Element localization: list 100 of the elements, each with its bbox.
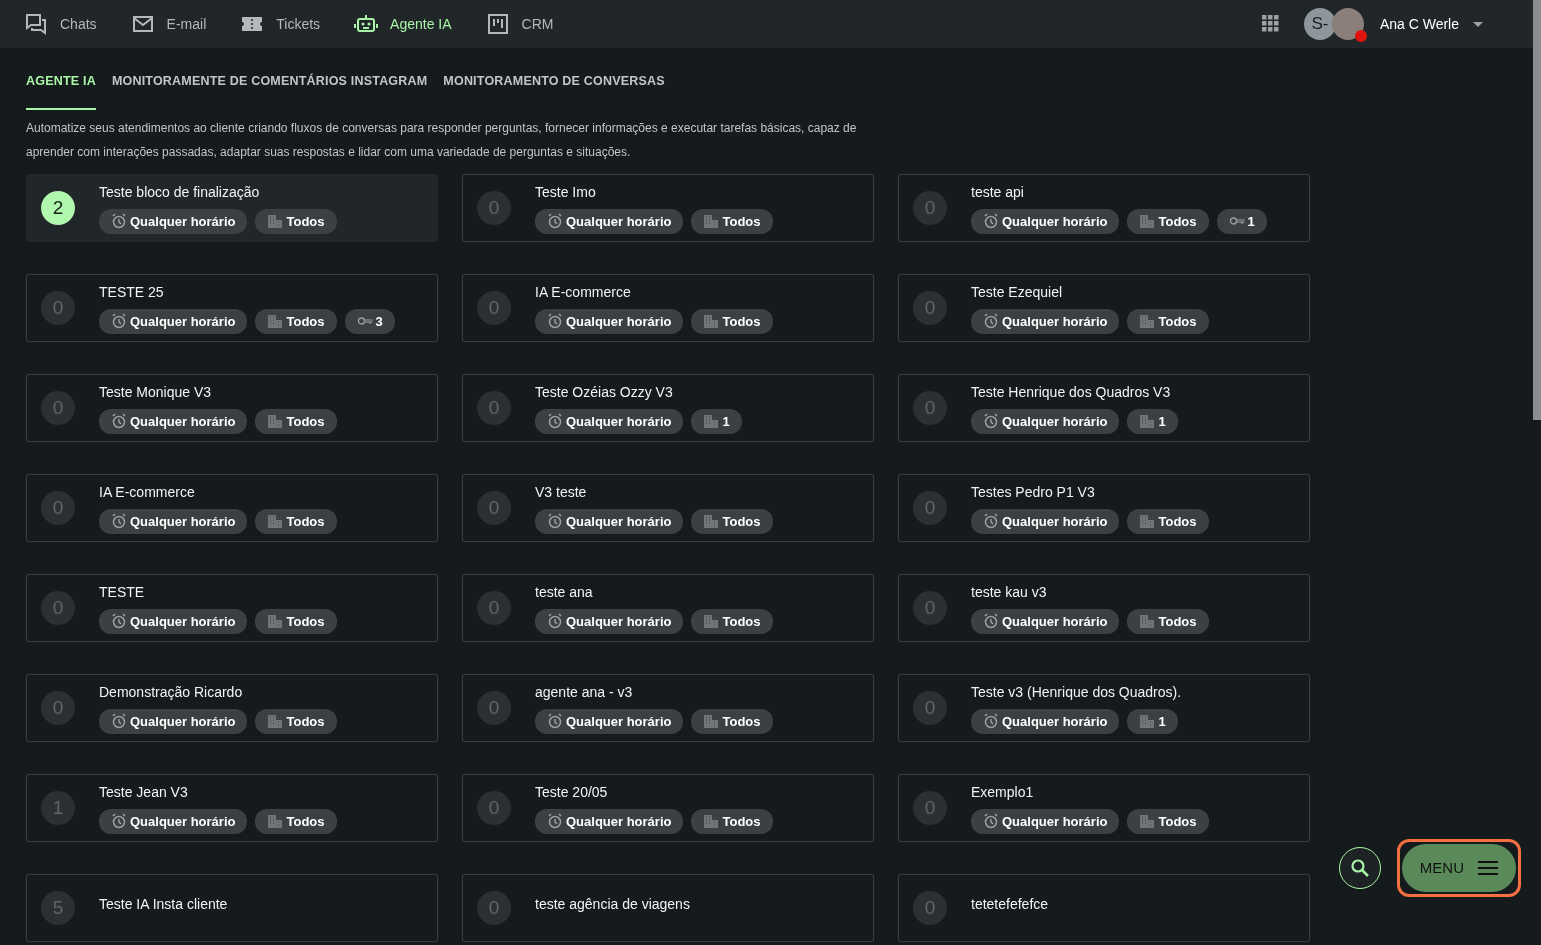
description-text: Automatize seus atendimentos ao cliente criando fluxos de conversas para responder perguntas, fornecer informações e executar tarefas básicas, capaz de aprender com interações passadas, adaptar suas respostas e lidar com uma variedade de perguntas e situações.: [26, 119, 858, 161]
building-icon: [703, 513, 720, 530]
building-icon: [267, 513, 284, 530]
agent-name: Teste Ezequiel: [971, 282, 1064, 302]
schedule-chip: Qualquer horário: [971, 708, 1120, 734]
search-icon: [1349, 858, 1370, 878]
alarm-clock-icon: [547, 713, 563, 730]
units-chip: Todos: [1127, 508, 1209, 534]
building-icon: [267, 413, 284, 430]
nav-tab[interactable]: CRM: [485, 12, 554, 36]
schedule-chip: Qualquer horário: [99, 408, 248, 434]
building-icon: [267, 813, 284, 830]
apps-grid-icon[interactable]: [1261, 15, 1280, 33]
agent-name: Teste bloco de finalização: [99, 182, 261, 202]
initials-avatar[interactable]: S-: [1303, 8, 1336, 40]
units-chip: Todos: [255, 208, 337, 234]
building-icon: [703, 713, 720, 730]
building-icon: [1139, 713, 1156, 730]
tab[interactable]: MONITORAMENTO DE CONVERSAS: [443, 66, 665, 110]
schedule-chip: Qualquer horário: [535, 308, 684, 334]
schedule-chip: Qualquer horário: [99, 308, 248, 334]
agent-name: Exemplo1: [971, 782, 1035, 802]
schedule-chip: Qualquer horário: [99, 508, 248, 534]
alarm-clock-icon: [547, 613, 563, 630]
building-icon: [1139, 613, 1156, 630]
alarm-clock-icon: [547, 413, 563, 430]
agent-name: Testes Pedro P1 V3: [971, 482, 1096, 502]
tab[interactable]: AGENTE IA: [26, 66, 96, 110]
units-chip: Todos: [255, 608, 337, 634]
alarm-clock-icon: [983, 213, 999, 230]
nav-tab[interactable]: Tickets: [240, 12, 321, 36]
agent-name: Teste Imo: [535, 182, 597, 202]
agent-name: Teste Henrique dos Quadros V3: [971, 382, 1172, 402]
scrollbar[interactable]: [1533, 0, 1541, 420]
agent-name: teste kau v3: [971, 582, 1048, 602]
building-icon: [1139, 213, 1156, 230]
alarm-clock-icon: [547, 513, 563, 530]
units-chip: Todos: [691, 508, 773, 534]
agent-name: Teste Jean V3: [99, 782, 189, 802]
schedule-chip: Qualquer horário: [535, 608, 684, 634]
building-icon: [1139, 413, 1156, 430]
agent-name: Demonstração Ricardo: [99, 682, 244, 702]
avatar-photo[interactable]: [1331, 8, 1364, 40]
agent-name: Teste Monique V3: [99, 382, 213, 402]
building-icon: [703, 613, 720, 630]
units-chip: Todos: [691, 608, 773, 634]
user-name[interactable]: Ana C Werle: [1379, 13, 1459, 35]
units-chip: Todos: [255, 408, 337, 434]
agent-name: teste api: [971, 182, 1025, 202]
schedule-chip: Qualquer horário: [99, 808, 248, 834]
agent-name: teste ana: [535, 582, 594, 602]
alarm-clock-icon: [111, 213, 127, 230]
alarm-clock-icon: [983, 813, 999, 830]
building-icon: [703, 313, 720, 330]
schedule-chip: Qualquer horário: [971, 208, 1120, 234]
alarm-clock-icon: [111, 513, 127, 530]
nav-tab[interactable]: Agente IA: [354, 12, 452, 36]
units-chip: Todos: [1127, 808, 1209, 834]
agent-card[interactable]: 2 Teste bloco de finalização Qualquer horário Todos: [26, 173, 438, 242]
units-chip: Todos: [691, 308, 773, 334]
units-chip: Todos: [255, 708, 337, 734]
units-chip: Todos: [691, 808, 773, 834]
alarm-clock-icon: [111, 613, 127, 630]
alarm-clock-icon: [983, 513, 999, 530]
alarm-clock-icon: [547, 313, 563, 330]
building-icon: [703, 213, 720, 230]
agent-name: V3 teste: [535, 482, 588, 502]
alarm-clock-icon: [111, 413, 127, 430]
agent-name: teste agência de viagens: [535, 895, 690, 915]
schedule-chip: Qualquer horário: [971, 308, 1120, 334]
schedule-chip: Qualquer horário: [535, 708, 684, 734]
units-chip: Todos: [691, 708, 773, 734]
keys-chip: 3: [344, 308, 395, 334]
search-button[interactable]: [1338, 847, 1381, 889]
building-icon: [267, 713, 284, 730]
agent-name: TESTE 25: [99, 282, 165, 302]
schedule-chip: Qualquer horário: [535, 508, 684, 534]
agent-name: IA E-commerce: [99, 482, 196, 502]
building-icon: [703, 413, 720, 430]
menu-button[interactable]: MENU: [1401, 844, 1516, 892]
tab[interactable]: MONITORAMENTE DE COMENTÁRIOS INSTAGRAM: [111, 66, 428, 110]
caret-icon[interactable]: [1473, 21, 1483, 27]
units-chip: 1: [1127, 708, 1178, 734]
agent-name: Teste 20/05: [535, 782, 609, 802]
schedule-chip: Qualquer horário: [971, 408, 1120, 434]
alarm-clock-icon: [111, 313, 127, 330]
nav-tab[interactable]: E-mail: [130, 12, 207, 36]
schedule-chip: Qualquer horário: [99, 208, 248, 234]
menu-icon: [1478, 860, 1498, 876]
schedule-chip: Qualquer horário: [971, 808, 1120, 834]
building-icon: [267, 313, 284, 330]
building-icon: [1139, 513, 1156, 530]
building-icon: [267, 213, 284, 230]
schedule-chip: Qualquer horário: [99, 708, 248, 734]
nav-tab[interactable]: Chats: [24, 12, 97, 36]
alarm-clock-icon: [983, 613, 999, 630]
units-chip: Todos: [255, 308, 337, 334]
alarm-clock-icon: [111, 813, 127, 830]
schedule-chip: Qualquer horário: [535, 808, 684, 834]
keys-chip: 1: [1216, 208, 1267, 234]
